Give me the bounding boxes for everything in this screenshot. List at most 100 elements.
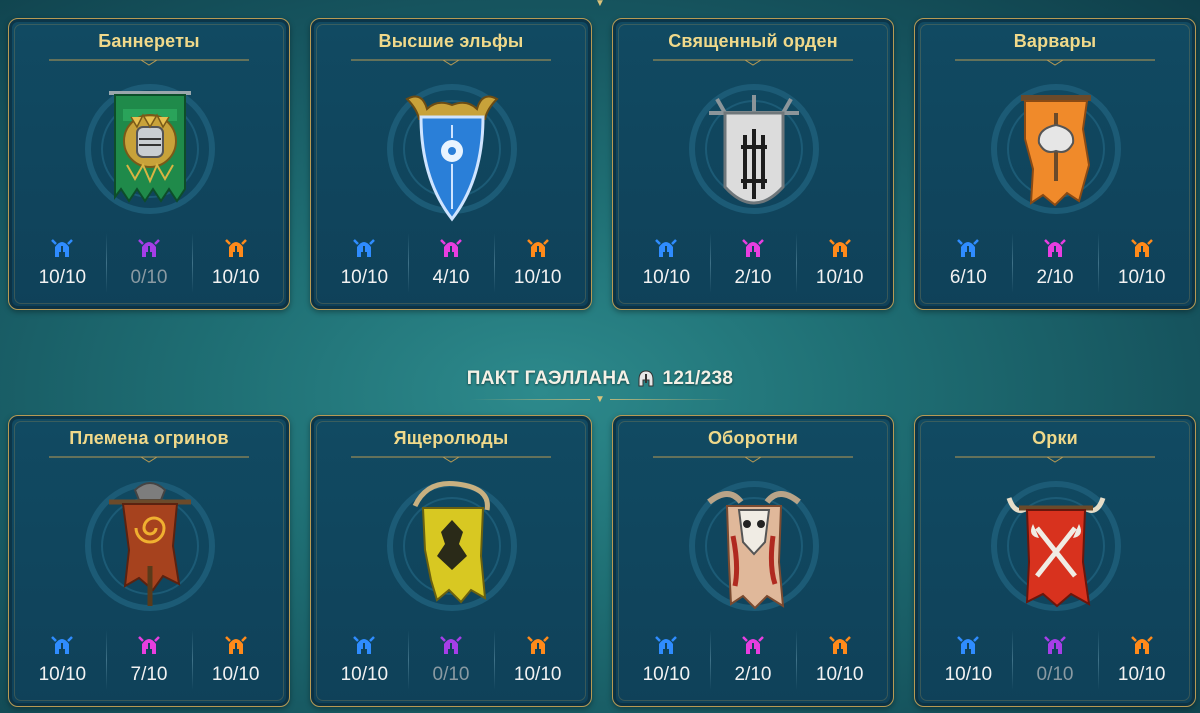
faction-card-sacred-order[interactable]: Священный орден 10/10 2/10 10/10 <box>612 18 894 310</box>
rare-count: 10/10 <box>642 664 691 685</box>
blue-helmet-icon <box>353 636 376 654</box>
elf-shield-icon <box>387 84 517 222</box>
title-divider <box>49 59 249 66</box>
alliance-divider-right <box>610 399 730 400</box>
pink-helmet-icon <box>1044 239 1066 257</box>
faction-title: Баннереты <box>98 31 200 51</box>
title-divider <box>955 456 1155 463</box>
lizardmen-banner-icon <box>387 480 517 611</box>
rare-count: 10/10 <box>38 664 87 685</box>
rare-stat: 10/10 <box>623 626 710 696</box>
orange-helmet-icon <box>526 239 549 257</box>
rare-stat: 10/10 <box>19 229 106 299</box>
epic-stat: 0/10 <box>105 229 193 299</box>
legendary-count: 10/10 <box>815 267 864 288</box>
alliance-divider-left <box>470 399 590 400</box>
faction-title: Оборотни <box>707 428 798 448</box>
epic-count: 2/10 <box>734 267 772 288</box>
legendary-count: 10/10 <box>513 664 562 685</box>
epic-count: 2/10 <box>1036 267 1074 288</box>
faction-title: Орки <box>1032 428 1078 448</box>
orange-helmet-icon <box>526 636 549 654</box>
faction-card-bannerets[interactable]: Баннереты 10/10 0/10 10/10 <box>8 18 290 310</box>
champion-stats: 10/10 4/10 10/10 <box>321 229 581 299</box>
champion-stats: 10/10 0/10 10/10 <box>19 229 279 299</box>
faction-card-lizardmen[interactable]: Ящеролюды 10/10 0/10 10/10 <box>310 415 592 707</box>
helmet-icon <box>638 370 654 387</box>
faction-title: Ящеролюды <box>393 428 509 448</box>
champion-stats: 10/10 2/10 10/10 <box>623 626 883 696</box>
pink-helmet-icon <box>742 239 764 257</box>
legendary-count: 10/10 <box>815 664 864 685</box>
epic-count: 0/10 <box>130 267 168 288</box>
champion-stats: 10/10 0/10 10/10 <box>925 626 1185 696</box>
legendary-count: 10/10 <box>1117 267 1166 288</box>
faction-card-orcs[interactable]: Орки 10/10 0/10 10/10 <box>914 415 1196 707</box>
purple-helmet-icon <box>1044 636 1066 654</box>
faction-title: Священный орден <box>668 31 838 51</box>
legendary-count: 10/10 <box>211 267 260 288</box>
alliance-caret-icon: ▼ <box>595 394 605 405</box>
epic-stat: 2/10 <box>1011 229 1099 299</box>
ogryn-spiral-banner-icon <box>85 481 215 611</box>
legendary-stat: 10/10 <box>1098 229 1185 299</box>
sacred-order-shield-icon <box>689 84 819 214</box>
title-divider <box>351 59 551 66</box>
epic-count: 4/10 <box>432 267 470 288</box>
orc-axes-banner-icon <box>991 481 1121 611</box>
epic-count: 0/10 <box>432 664 470 685</box>
title-divider <box>653 59 853 66</box>
blue-helmet-icon <box>655 636 678 654</box>
alliance-header[interactable]: ПАКТ ГАЭЛЛАНА 121/238 <box>0 368 1200 390</box>
epic-stat: 0/10 <box>1011 626 1099 696</box>
rare-count: 10/10 <box>944 664 993 685</box>
rare-count: 10/10 <box>642 267 691 288</box>
epic-stat: 4/10 <box>407 229 495 299</box>
faction-card-skinwalkers[interactable]: Оборотни 10/10 2/10 10/10 <box>612 415 894 707</box>
legendary-stat: 10/10 <box>192 626 279 696</box>
rare-count: 10/10 <box>340 267 389 288</box>
blue-helmet-icon <box>353 239 376 257</box>
skinwalker-skull-banner-icon <box>689 481 819 611</box>
orange-helmet-icon <box>224 239 247 257</box>
rare-count: 10/10 <box>38 267 87 288</box>
blue-helmet-icon <box>957 239 980 257</box>
legendary-stat: 10/10 <box>796 229 883 299</box>
pink-helmet-icon <box>742 636 764 654</box>
epic-stat: 7/10 <box>105 626 193 696</box>
legendary-stat: 10/10 <box>494 626 581 696</box>
alliance-value: 121/238 <box>662 368 734 389</box>
epic-count: 0/10 <box>1036 664 1074 685</box>
faction-title: Высшие эльфы <box>378 31 524 51</box>
banner-knight-icon <box>85 84 215 214</box>
purple-helmet-icon <box>138 239 160 257</box>
epic-count: 2/10 <box>734 664 772 685</box>
faction-title: Варвары <box>1013 31 1097 51</box>
epic-count: 7/10 <box>130 664 168 685</box>
orange-helmet-icon <box>1130 636 1153 654</box>
title-divider <box>351 456 551 463</box>
rare-stat: 10/10 <box>19 626 106 696</box>
pink-helmet-icon <box>440 239 462 257</box>
champion-stats: 10/10 0/10 10/10 <box>321 626 581 696</box>
top-caret-icon[interactable]: ▼ <box>593 0 607 9</box>
legendary-stat: 10/10 <box>796 626 883 696</box>
rare-count: 10/10 <box>340 664 389 685</box>
legendary-count: 10/10 <box>1117 664 1166 685</box>
orange-helmet-icon <box>1130 239 1153 257</box>
legendary-count: 10/10 <box>211 664 260 685</box>
epic-stat: 2/10 <box>709 229 797 299</box>
blue-helmet-icon <box>51 636 74 654</box>
blue-helmet-icon <box>655 239 678 257</box>
epic-stat: 0/10 <box>407 626 495 696</box>
orange-helmet-icon <box>224 636 247 654</box>
legendary-stat: 10/10 <box>192 229 279 299</box>
purple-helmet-icon <box>440 636 462 654</box>
legendary-stat: 10/10 <box>494 229 581 299</box>
epic-stat: 2/10 <box>709 626 797 696</box>
faction-card-high-elves[interactable]: Высшие эльфы 10/10 4/10 10/10 <box>310 18 592 310</box>
rare-stat: 6/10 <box>925 229 1012 299</box>
rare-count: 6/10 <box>949 267 987 288</box>
faction-card-ogryn-tribes[interactable]: Племена огринов 10/10 7/10 10/10 <box>8 415 290 707</box>
faction-card-barbarians[interactable]: Варвары 6/10 2/10 10/10 <box>914 18 1196 310</box>
